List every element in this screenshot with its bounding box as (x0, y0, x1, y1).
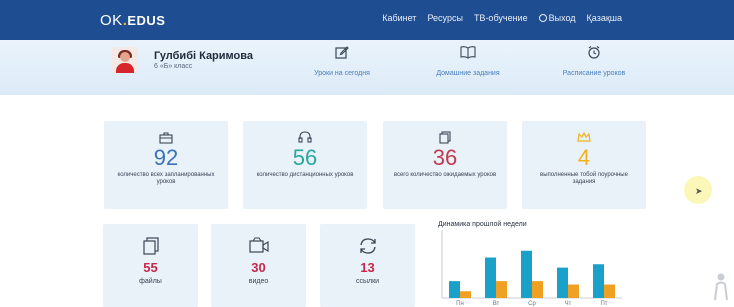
stat-card-remote-lessons[interactable]: 56 количество дистанционных уроков (243, 121, 367, 209)
chart-title: Динамика прошлой недели (438, 221, 527, 228)
stat-card-files[interactable]: 55 файлы (103, 224, 198, 307)
nav-link-language[interactable]: Қазақша (587, 13, 622, 23)
chart-bar (557, 267, 568, 298)
stat-label: ссылки (355, 278, 380, 285)
nav-link-logout[interactable]: Выход (538, 13, 576, 23)
weekly-dynamics-chart: Пн Вт Ср Чт Пт (441, 230, 622, 307)
quick-link-lessons-today[interactable]: Уроки на сегодня (292, 45, 392, 80)
video-camera-icon (248, 237, 269, 253)
crown-icon (577, 131, 591, 142)
power-icon (538, 14, 547, 22)
files-icon (142, 237, 159, 255)
student-class: 6 «Б» класс (154, 63, 193, 70)
person-silhouette-icon (714, 273, 728, 301)
stat-value: 30 (251, 260, 266, 275)
quick-link-homework[interactable]: Домашние задания (418, 45, 518, 80)
chart-x-tick-label: Вт (493, 301, 500, 307)
avatar-face (120, 52, 130, 62)
logo[interactable]: OK.EDUS (100, 12, 165, 29)
stat-value: 55 (143, 260, 158, 275)
avatar-body (116, 63, 134, 73)
stat-label: количество всех запланированных уроков (117, 172, 215, 185)
refresh-link-icon (359, 238, 376, 254)
logo-brand: EDUS (127, 13, 166, 28)
chart-bar (460, 291, 471, 298)
stat-card-expected-lessons[interactable]: 36 всего количество ожидаемых уроков (383, 121, 507, 209)
stat-value: 36 (432, 145, 458, 170)
chart-bar (604, 284, 615, 298)
chart-bar (568, 284, 579, 298)
chart-x-tick-label: Ср (528, 301, 536, 307)
chart-bar (496, 281, 507, 298)
nav-link-resources[interactable]: Ресурсы (427, 13, 463, 23)
briefcase-icon (159, 132, 173, 144)
nav-link-cabinet[interactable]: Кабинет (382, 13, 416, 23)
nav-links: Кабинет Ресурсы ТВ-обучение Выход Қазақш… (382, 13, 622, 23)
cursor-icon: ➤ (695, 186, 703, 196)
stat-value: 56 (292, 145, 318, 170)
stat-value: 4 (577, 145, 591, 170)
edit-icon (335, 46, 349, 59)
quick-link-label: Расписание уроков (562, 70, 626, 77)
logo-main: OK (100, 12, 123, 29)
top-navbar: OK.EDUS Кабинет Ресурсы ТВ-обучение Выхо… (0, 0, 734, 40)
chart-bar (485, 257, 496, 298)
stat-value: 92 (153, 145, 179, 170)
chart-x-tick-label: Пн (456, 301, 464, 307)
stat-label: видео (248, 278, 269, 285)
headset-icon (298, 131, 312, 143)
page: OK.EDUS Кабинет Ресурсы ТВ-обучение Выхо… (0, 0, 734, 307)
stat-label: количество дистанционных уроков (256, 172, 354, 178)
chart-bar (521, 250, 532, 298)
stat-label: выполненные тобой поурочные задания (540, 172, 628, 185)
stat-label: файлы (139, 278, 162, 285)
stat-card-planned-lessons[interactable]: 92 количество всех запланированных уроко… (104, 121, 228, 209)
stat-card-completed-tasks[interactable]: 4 выполненные тобой поурочные задания (522, 121, 646, 209)
quick-link-schedule[interactable]: Расписание уроков (544, 45, 644, 80)
stat-label: всего количество ожидаемых уроков (393, 172, 497, 178)
profile-band: Гулбибі Каримова 6 «Б» класс Уроки на се… (0, 40, 734, 95)
chart-x-tick-label: Пт (600, 301, 607, 307)
student-name: Гулбибі Каримова (154, 50, 253, 62)
stat-card-video[interactable]: 30 видео (211, 224, 306, 307)
nav-link-logout-label: Выход (548, 13, 576, 23)
alarm-clock-icon (588, 46, 600, 59)
chart-bar (593, 264, 604, 298)
documents-icon (439, 131, 451, 144)
book-icon (460, 46, 476, 59)
chart-bar (532, 281, 543, 298)
chart-x-tick-label: Чт (565, 301, 572, 307)
avatar[interactable] (112, 47, 138, 73)
stat-card-links[interactable]: 13 ссылки (320, 224, 415, 307)
quick-link-label: Домашние задания (436, 70, 500, 77)
stat-value: 13 (360, 260, 375, 275)
chart-bar (449, 281, 460, 298)
nav-link-tv-learning[interactable]: ТВ-обучение (474, 13, 528, 23)
quick-link-label: Уроки на сегодня (314, 70, 370, 77)
